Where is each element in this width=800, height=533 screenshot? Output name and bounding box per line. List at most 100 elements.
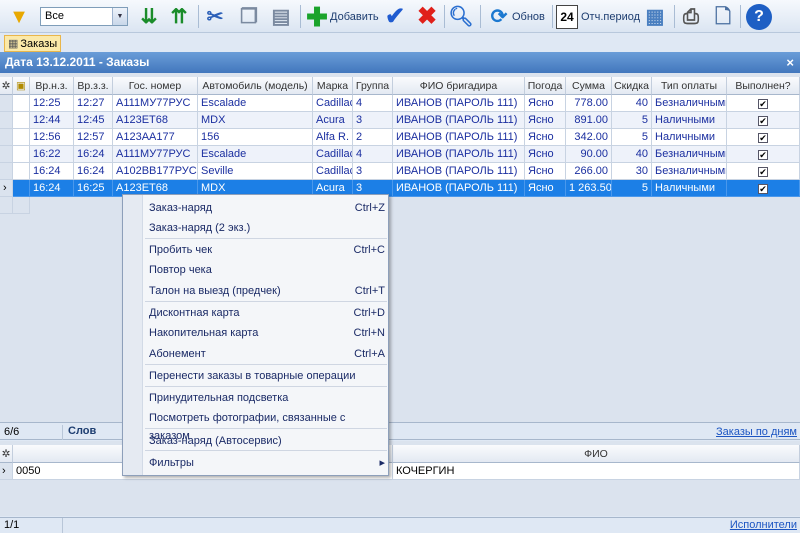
row-indicator[interactable] [0,112,13,129]
table-row[interactable]: 12:25 12:27 А111МУ77РУС Escalade Cadillac 4 ИВ… [0,95,800,112]
record-counter: 1/1 [4,519,20,531]
menu-shortcut: Ctrl+Z [354,202,385,214]
table-row[interactable]: 16:22 16:24 А111МУ77РУС Escalade Cadillac 4 ИВ… [0,146,800,163]
cell-completed[interactable]: ✔ [727,112,800,129]
cell-discount: 5 [612,129,652,146]
chevron-down-icon: ▼ [112,8,127,25]
cell-completed[interactable]: ✔ [727,95,800,112]
search-button[interactable]: 🔍︎ [448,3,474,30]
report-period-button[interactable]: 24 Отч.период [556,3,640,30]
preview-icon: 🗋 [714,5,732,28]
row-indicator[interactable] [0,146,13,163]
completed-checkbox[interactable]: ✔ [758,99,768,109]
column-header-car-brand[interactable]: Марка [313,77,353,95]
help-button[interactable]: ? [746,3,772,30]
funnel-icon: ▼ [9,5,29,28]
cut-button[interactable]: ✂ [202,3,228,30]
confirm-button[interactable]: ✔ [382,3,408,30]
print-preview-button[interactable]: 🗋 [710,3,736,30]
completed-checkbox[interactable]: ✔ [758,133,768,143]
tab-orders[interactable]: ▦ Заказы [4,35,62,52]
menu-item-label: Пробить чек [149,244,213,256]
cell-completed[interactable]: ✔ [727,163,800,180]
column-header-completed[interactable]: Выполнен? [727,77,800,95]
filter-funnel-button[interactable]: ▼ [6,3,32,30]
sort-descending-button[interactable]: ⇈ [166,3,192,30]
add-button[interactable]: ✚ Добавить [304,3,379,30]
calculator-button[interactable]: ▦ [642,3,668,30]
column-header-amount[interactable]: Сумма [566,77,612,95]
cell-weather: Ясно [525,163,566,180]
menu-item-filters[interactable]: Фильтры ▸ [149,454,385,472]
row-indicator[interactable] [0,163,13,180]
cell-plate-number: А111МУ77РУС [113,95,198,112]
completed-checkbox[interactable]: ✔ [758,116,768,126]
cell-discount: 5 [612,180,652,197]
menu-item-exit-ticket[interactable]: Талон на выезд (предчек) Ctrl+T [149,282,385,300]
cell-completed[interactable]: ✔ [727,129,800,146]
table-row[interactable]: 12:56 12:57 А123АА177 156 Alfa R. 2 ИВАНОВ (ПА… [0,129,800,146]
row-indicator[interactable] [0,129,13,146]
row-indicator[interactable]: › [0,180,13,197]
refresh-button[interactable]: ⟳ Обнов [486,3,545,30]
cell-plate-number: А123АА177 [113,129,198,146]
sort-ascending-button[interactable]: ⇊ [136,3,162,30]
column-header-payment-type[interactable]: Тип оплаты [652,77,727,95]
column-header-discount[interactable]: Скидка [612,77,652,95]
filter-select[interactable]: Все ▼ [40,7,128,26]
scissors-icon: ✂ [206,5,224,28]
table-row[interactable]: 16:24 16:24 А102ВВ177РУС Seville Cadillac 3 ИВ… [0,163,800,180]
column-header-plate-number[interactable]: Гос. номер [113,77,198,95]
executors-link[interactable]: Исполнители [730,519,797,531]
menu-item-subscription[interactable]: Абонемент Ctrl+A [149,345,385,363]
cell-foreman-name: ИВАНОВ (ПАРОЛЬ 111) [393,129,525,146]
paste-button[interactable]: ▤ [268,3,294,30]
cell-weather: Ясно [525,146,566,163]
menu-item-forced-highlight[interactable]: Принудительная подсветка [149,389,385,407]
sort-descending-icon: ⇈ [170,5,188,28]
completed-checkbox[interactable]: ✔ [758,167,768,177]
menu-item-view-photos[interactable]: Посмотреть фотографии, связанные с заказ… [149,409,385,442]
menu-item-work-order-autoservice[interactable]: Заказ-наряд (Автосервис) [149,432,385,450]
window-title-bar: Дата 13.12.2011 - Заказы × [0,52,800,73]
context-menu: Заказ-наряд Ctrl+Z Заказ-наряд (2 экз.) Про… [122,194,389,476]
table-row[interactable]: › 16:24 16:25 А123ЕТ68 MDX Acura 3 ИВАНОВ (ПАРО… [0,180,800,197]
completed-checkbox[interactable]: ✔ [758,150,768,160]
cell-discount: 5 [612,112,652,129]
menu-shortcut: Ctrl+A [354,348,385,360]
menu-item-repeat-receipt[interactable]: Повтор чека [149,261,385,279]
cell-completed[interactable]: ✔ [727,146,800,163]
menu-item-work-order-2-copies[interactable]: Заказ-наряд (2 экз.) [149,219,385,237]
cell-discount: 40 [612,95,652,112]
table-row[interactable]: › 0050 КОЧЕРГИН [0,463,800,480]
copy-button[interactable]: ❐ [236,3,262,30]
cell-group: 4 [353,95,393,112]
column-header-group[interactable]: Группа [353,77,393,95]
close-icon[interactable]: × [786,52,794,73]
column-header-weather[interactable]: Погода [525,77,566,95]
column-header-car-model[interactable]: Автомобиль (модель) [198,77,313,95]
menu-item-transfer-orders[interactable]: Перенести заказы в товарные операции [149,367,385,385]
cell-start-time: 16:24 [30,163,74,180]
print-button[interactable]: ⎙ [678,3,704,30]
menu-item-discount-card[interactable]: Дисконтная карта Ctrl+D [149,304,385,322]
column-header-end-time[interactable]: Вр.з.з. [74,77,113,95]
cell-completed[interactable]: ✔ [727,180,800,197]
column-header-foreman-name[interactable]: ФИО бригадира [393,77,525,95]
cell-end-time: 12:27 [74,95,113,112]
menu-item-label: Накопительная карта [149,327,259,339]
delete-button[interactable]: ✖ [414,3,440,30]
table-row[interactable]: 12:44 12:45 А123ЕТ68 MDX Acura 3 ИВАНОВ (ПАРОЛ… [0,112,800,129]
cell-weather: Ясно [525,95,566,112]
cell-end-time: 12:57 [74,129,113,146]
column-header-start-time[interactable]: Вр.н.з. [30,77,74,95]
menu-item-print-receipt[interactable]: Пробить чек Ctrl+C [149,241,385,259]
orders-by-day-link[interactable]: Заказы по дням [716,426,797,438]
menu-item-work-order[interactable]: Заказ-наряд Ctrl+Z [149,199,385,217]
menu-item-accumulative-card[interactable]: Накопительная карта Ctrl+N [149,324,385,342]
row-indicator[interactable] [0,95,13,112]
menu-shortcut: Ctrl+N [353,327,385,339]
completed-checkbox[interactable]: ✔ [758,184,768,194]
cell-start-time: 12:44 [30,112,74,129]
menu-shortcut: Ctrl+D [353,307,385,319]
